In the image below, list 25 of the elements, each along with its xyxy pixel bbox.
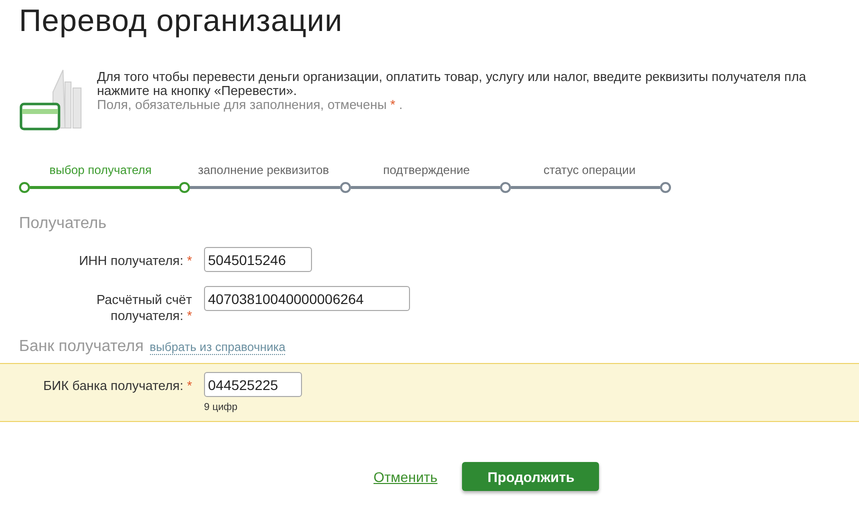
step-node: [19, 182, 30, 193]
building-card-icon: [19, 68, 83, 132]
continue-button[interactable]: Продолжить: [462, 462, 600, 491]
cancel-link[interactable]: Отменить: [374, 468, 438, 484]
step-node: [660, 182, 671, 193]
required-note: Поля, обязательные для заполнения, отмечены * .: [97, 98, 404, 112]
intro-text: нажмите на кнопку «Перевести».: [97, 84, 297, 98]
input-field[interactable]: 5045015246: [204, 247, 312, 272]
step-node: [500, 182, 511, 193]
step-label: подтверждение: [382, 163, 471, 177]
section-heading: Получатель: [19, 215, 106, 233]
field-label: Расчётный счёт получателя: *: [96, 291, 192, 324]
intro-text: Для того чтобы перевести деньги организации, оплатить товар, услугу или налог, введите реквизиты получателя пла: [97, 70, 806, 84]
field-label: ИНН получателя: *: [78, 252, 192, 269]
page-title: Перевод организации: [18, 2, 344, 40]
section-heading: Банк получателя: [19, 338, 144, 356]
input-field[interactable]: 044525225: [204, 372, 302, 397]
step-label: заполнение реквизитов: [196, 163, 330, 177]
step-node: [340, 182, 350, 193]
field-label: БИК банка получателя: *: [43, 377, 192, 394]
input-field[interactable]: 40703810040000006264: [204, 286, 410, 311]
step-label: выбор получателя: [48, 163, 153, 177]
step-node: [179, 182, 190, 193]
step-label: статус операции: [542, 163, 637, 177]
field-hint: 9 цифр: [204, 402, 238, 413]
